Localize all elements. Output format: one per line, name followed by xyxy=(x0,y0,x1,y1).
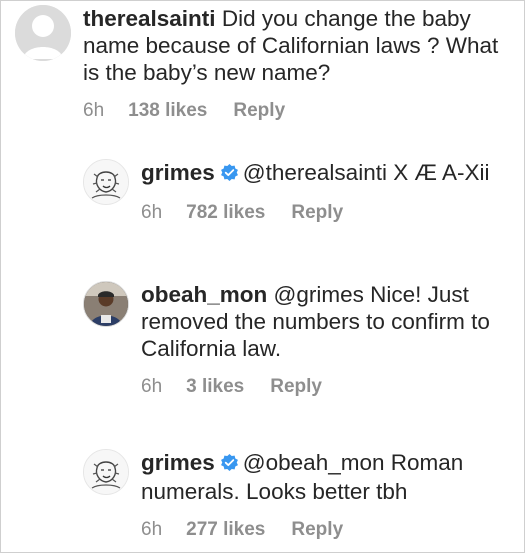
comment-item: grimes @therealsainti X Æ A-Xii 6h 782 li… xyxy=(83,159,513,224)
comment-thread: therealsainti Did you change the baby na… xyxy=(0,0,525,553)
reply-button[interactable]: Reply xyxy=(291,202,343,224)
timestamp: 6h xyxy=(141,376,163,397)
timestamp: 6h xyxy=(141,519,163,540)
likes-count[interactable]: 782 likes xyxy=(186,202,265,224)
comment-text: therealsainti Did you change the baby na… xyxy=(83,5,503,86)
avatar[interactable] xyxy=(15,5,71,61)
comment-item: grimes @obeah_mon Roman numerals. Looks b… xyxy=(83,449,513,541)
timestamp: 6h xyxy=(141,202,163,223)
timestamp: 6h xyxy=(83,100,105,121)
reply-button[interactable]: Reply xyxy=(270,376,322,398)
verified-badge-icon xyxy=(220,451,239,478)
avatar[interactable] xyxy=(83,449,129,495)
comment-message: @therealsainti X Æ A-Xii xyxy=(242,160,490,185)
likes-count[interactable]: 138 likes xyxy=(128,100,207,122)
comment-body: grimes @obeah_mon Roman numerals. Looks b… xyxy=(141,449,511,541)
grimes-avatar-icon xyxy=(84,450,128,494)
username[interactable]: grimes xyxy=(141,450,215,475)
comment-text: grimes @obeah_mon Roman numerals. Looks b… xyxy=(141,449,511,505)
comment-text: grimes @therealsainti X Æ A-Xii xyxy=(141,159,511,188)
likes-count[interactable]: 3 likes xyxy=(186,376,244,398)
default-profile-icon xyxy=(15,5,71,61)
comment-body: grimes @therealsainti X Æ A-Xii 6h 782 li… xyxy=(141,159,511,224)
avatar[interactable] xyxy=(83,159,129,205)
reply-button[interactable]: Reply xyxy=(233,100,285,122)
username[interactable]: grimes xyxy=(141,160,215,185)
username[interactable]: obeah_mon xyxy=(141,282,267,307)
reply-button[interactable]: Reply xyxy=(291,519,343,541)
comment-item: obeah_mon @grimes Nice! Just removed the… xyxy=(83,281,513,398)
comment-meta: 6h 782 likes Reply xyxy=(141,202,511,224)
comment-meta: 6h 3 likes Reply xyxy=(141,376,511,398)
obeah-mon-avatar-icon xyxy=(84,282,128,326)
comment-meta: 6h 138 likes Reply xyxy=(83,100,503,122)
comment-item: therealsainti Did you change the baby na… xyxy=(15,5,515,122)
avatar[interactable] xyxy=(83,281,129,327)
comment-text: obeah_mon @grimes Nice! Just removed the… xyxy=(141,281,511,362)
likes-count[interactable]: 277 likes xyxy=(186,519,265,541)
comment-meta: 6h 277 likes Reply xyxy=(141,519,511,541)
verified-badge-icon xyxy=(220,161,239,188)
comment-body: obeah_mon @grimes Nice! Just removed the… xyxy=(141,281,511,398)
username[interactable]: therealsainti xyxy=(83,6,216,31)
comment-body: therealsainti Did you change the baby na… xyxy=(83,5,503,122)
grimes-avatar-icon xyxy=(84,160,128,204)
